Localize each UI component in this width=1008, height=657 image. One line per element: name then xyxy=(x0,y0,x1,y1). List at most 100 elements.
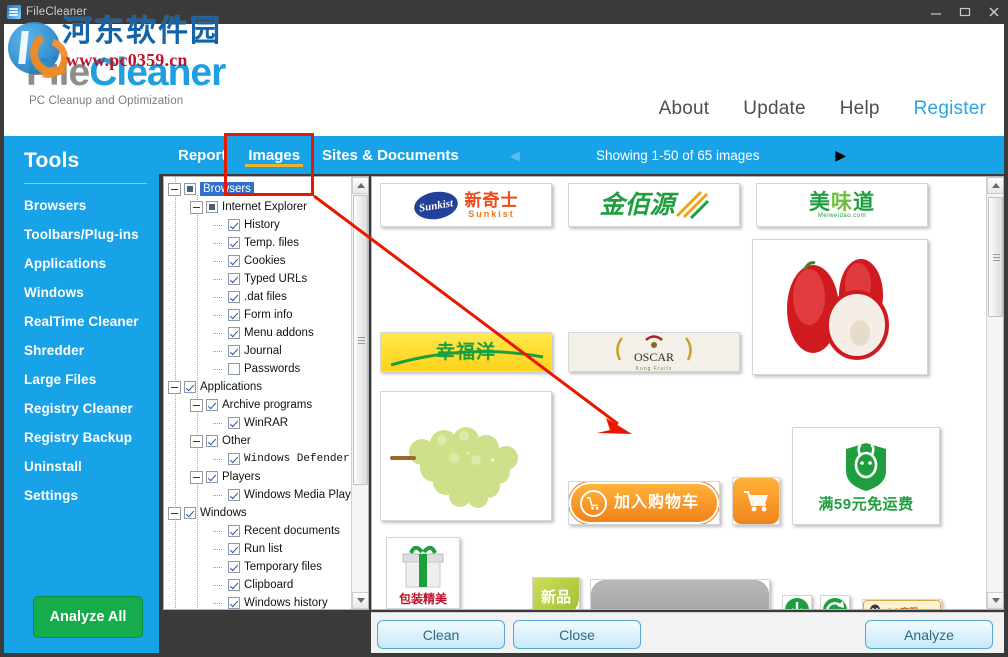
tree-row[interactable]: Applications xyxy=(168,378,352,396)
sidebar-item-toolbars-plugins[interactable]: Toolbars/Plug-ins xyxy=(4,220,159,249)
tree-checkbox[interactable] xyxy=(228,291,240,303)
nav-link-help[interactable]: Help xyxy=(840,98,880,120)
tree-row[interactable]: Browsers xyxy=(168,180,352,198)
tree-row[interactable]: Players xyxy=(168,468,352,486)
pager-next-icon[interactable]: ▶ xyxy=(828,148,854,162)
tree-collapse-icon[interactable] xyxy=(190,434,203,448)
close-button[interactable]: Close xyxy=(513,620,641,649)
tree-checkbox[interactable] xyxy=(228,417,240,429)
tree-checkbox[interactable] xyxy=(228,489,240,501)
tree-checkbox[interactable] xyxy=(206,399,218,411)
jinbaiyuan-logo[interactable]: 金佰源 xyxy=(568,183,740,227)
cleanup-items-tree[interactable]: Browsers Internet Explorer History Temp. fi… xyxy=(164,177,361,609)
tree-collapse-icon[interactable] xyxy=(190,398,203,412)
analyze-button[interactable]: Analyze xyxy=(865,620,993,649)
tree-checkbox[interactable] xyxy=(228,273,240,285)
images-scroll-up-button[interactable] xyxy=(987,177,1003,194)
sidebar-item-uninstall[interactable]: Uninstall xyxy=(4,452,159,481)
maximize-icon[interactable] xyxy=(950,0,979,24)
analyze-all-button[interactable]: Analyze All xyxy=(33,596,143,638)
tree-row[interactable]: Windows history xyxy=(168,594,352,609)
gift-box-icon[interactable]: 包装精美 xyxy=(386,537,460,609)
tree-collapse-icon[interactable] xyxy=(190,200,203,214)
tree-checkbox[interactable] xyxy=(184,381,196,393)
sidebar-item-browsers[interactable]: Browsers xyxy=(4,191,159,220)
tree-collapse-icon[interactable] xyxy=(168,182,181,196)
new-product-badge[interactable]: 新品 xyxy=(532,577,580,609)
green-grapes-photo[interactable] xyxy=(380,391,552,521)
tree-checkbox[interactable] xyxy=(228,579,240,591)
free-shipping-badge[interactable]: 满59元免运费 xyxy=(792,427,940,525)
tree-checkbox[interactable] xyxy=(228,255,240,267)
minimize-icon[interactable] xyxy=(921,0,950,24)
tree-checkbox[interactable] xyxy=(228,525,240,537)
nav-link-about[interactable]: About xyxy=(659,98,710,120)
sidebar-item-realtime-cleaner[interactable]: RealTime Cleaner xyxy=(4,307,159,336)
tree-checkbox[interactable] xyxy=(228,237,240,249)
tree-checkbox[interactable] xyxy=(228,309,240,321)
tab-sites-and-documents[interactable]: Sites & Documents xyxy=(311,136,470,174)
tree-checkbox[interactable] xyxy=(206,435,218,447)
tree-collapse-icon[interactable] xyxy=(168,506,181,520)
images-scrollbar[interactable] xyxy=(986,177,1003,609)
tree-row[interactable]: History xyxy=(168,216,352,234)
tree-row[interactable]: Form info xyxy=(168,306,352,324)
download-icon[interactable] xyxy=(782,595,812,609)
tree-checkbox[interactable] xyxy=(206,201,218,213)
tree-checkbox[interactable] xyxy=(228,561,240,573)
tree-row[interactable]: Temp. files xyxy=(168,234,352,252)
sidebar-item-settings[interactable]: Settings xyxy=(4,481,159,510)
qq-contact-badge[interactable]: QQ客服 xyxy=(862,599,942,609)
images-scroll-down-button[interactable] xyxy=(987,592,1003,609)
tree-checkbox[interactable] xyxy=(228,345,240,357)
tree-checkbox[interactable] xyxy=(228,363,240,375)
sidebar-item-shredder[interactable]: Shredder xyxy=(4,336,159,365)
tree-row[interactable]: Windows Media Player xyxy=(168,486,361,504)
tree-checkbox[interactable] xyxy=(228,219,240,231)
sunkist-logo[interactable]: Sunkist 新奇士 Sunkist xyxy=(380,183,552,227)
tree-row[interactable]: Menu addons xyxy=(168,324,352,342)
image-thumbnail-grid[interactable]: Sunkist 新奇士 Sunkist 金佰源 美味道 Meiweidao.com 幸福洋 O… xyxy=(372,177,984,609)
nav-link-update[interactable]: Update xyxy=(743,98,805,120)
nav-link-register[interactable]: Register xyxy=(914,98,986,120)
clean-button[interactable]: Clean xyxy=(377,620,505,649)
tree-row[interactable]: Journal xyxy=(168,342,352,360)
sidebar-item-large-files[interactable]: Large Files xyxy=(4,365,159,394)
sidebar-item-registry-backup[interactable]: Registry Backup xyxy=(4,423,159,452)
tree-checkbox[interactable] xyxy=(228,543,240,555)
tree-scroll-down-button[interactable] xyxy=(352,592,368,609)
tree-row[interactable]: Clipboard xyxy=(168,576,352,594)
tree-checkbox[interactable] xyxy=(228,597,240,609)
tree-scroll-thumb[interactable] xyxy=(353,195,368,485)
tab-report[interactable]: Report xyxy=(167,136,237,174)
wax-apple-photo[interactable] xyxy=(752,239,928,375)
tree-collapse-icon[interactable] xyxy=(168,380,181,394)
tree-row[interactable]: Archive programs xyxy=(168,396,352,414)
tree-checkbox[interactable] xyxy=(184,183,196,195)
tree-row[interactable]: Other xyxy=(168,432,352,450)
tab-images[interactable]: Images xyxy=(237,136,311,174)
tree-scroll-up-button[interactable] xyxy=(352,177,368,194)
refresh-icon[interactable] xyxy=(820,595,850,609)
sidebar-item-windows[interactable]: Windows xyxy=(4,278,159,307)
tree-row[interactable]: .dat files xyxy=(168,288,352,306)
tree-row[interactable]: Internet Explorer xyxy=(168,198,352,216)
tree-collapse-icon[interactable] xyxy=(190,470,203,484)
tree-checkbox[interactable] xyxy=(228,453,240,465)
tree-row[interactable]: Temporary files xyxy=(168,558,352,576)
tree-row[interactable]: Typed URLs xyxy=(168,270,352,288)
sidebar-item-applications[interactable]: Applications xyxy=(4,249,159,278)
meiweidao-logo[interactable]: 美味道 Meiweidao.com xyxy=(756,183,928,227)
tree-row[interactable]: Passwords xyxy=(168,360,352,378)
oscar-logo[interactable]: OSCAR Kung Fruits xyxy=(568,332,740,372)
cart-icon-thumb[interactable] xyxy=(732,477,780,525)
close-icon[interactable] xyxy=(979,0,1008,24)
tree-checkbox[interactable] xyxy=(206,471,218,483)
sidebar-item-registry-cleaner[interactable]: Registry Cleaner xyxy=(4,394,159,423)
tree-row[interactable]: Windows xyxy=(168,504,352,522)
tree-row[interactable]: Cookies xyxy=(168,252,352,270)
tree-row[interactable]: WinRAR xyxy=(168,414,352,432)
tree-row[interactable]: Windows Defender xyxy=(168,450,352,468)
tree-checkbox[interactable] xyxy=(228,327,240,339)
tree-row[interactable]: Recent documents xyxy=(168,522,352,540)
